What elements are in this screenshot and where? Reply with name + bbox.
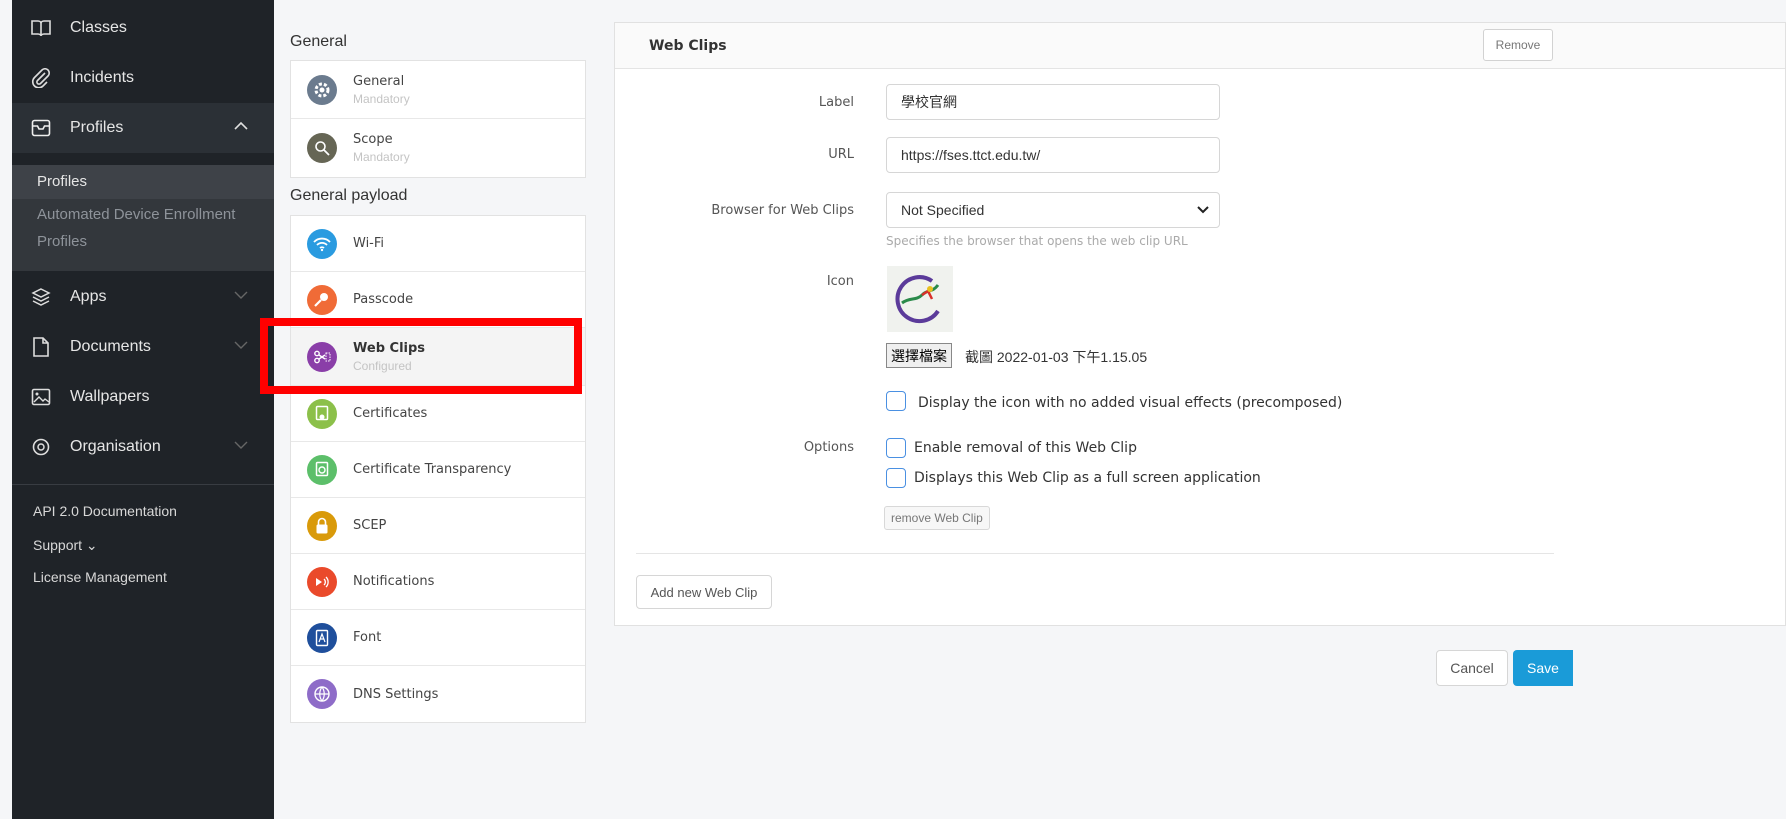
payload-name: Certificates [353,406,428,421]
settings-icon [30,436,52,458]
sidebar-item-label: Classes [70,19,127,36]
sub-item-profiles[interactable]: Profiles [12,165,274,199]
payload-name: Notifications [353,574,435,589]
panel-title: Web Clips [649,38,727,54]
sidebar-item-label: Wallpapers [70,388,150,405]
certificate-icon [307,398,337,429]
full-screen-checkbox[interactable] [886,468,906,488]
sidebar-item-label: Profiles [70,119,124,136]
profiles-submenu: Profiles Automated Device Enrollment Pro… [12,165,274,271]
icon-preview-image [887,266,953,332]
layers-icon [30,286,52,308]
enable-removal-checkbox[interactable] [886,438,906,458]
payload-name: Scope [353,132,393,147]
payload-name: Certificate Transparency [353,462,512,477]
payload-font[interactable]: Font [291,610,585,666]
general-payload-title: General payload [290,187,408,204]
chevron-down-icon [234,289,248,303]
payload-wifi[interactable]: Wi-Fi [291,216,585,272]
precomposed-checkbox[interactable] [886,391,906,411]
payload-scope[interactable]: Scope Mandatory [291,119,585,177]
payload-name: SCEP [353,518,387,533]
payload-scep[interactable]: SCEP [291,498,585,554]
sidebar-item-label: Apps [70,288,107,305]
image-icon [30,386,52,408]
chevron-up-icon [234,120,248,134]
sidebar-item-label: Organisation [70,438,161,455]
url-field-label: URL [828,147,854,162]
sidebar-item-incidents[interactable]: Incidents [12,53,274,103]
remove-web-clip-button[interactable]: remove Web Clip [884,506,990,530]
payload-certificates[interactable]: Certificates [291,386,585,442]
add-web-clip-button[interactable]: Add new Web Clip [636,575,772,609]
browser-select[interactable]: Not Specified [886,192,1220,228]
sidebar: Classes Incidents Profiles Profiles Auto… [12,0,274,819]
chevron-down-icon [1197,203,1209,217]
choose-file-button[interactable]: 選擇檔案 [886,343,952,368]
payload-name: Passcode [353,292,414,307]
scope-icon [307,133,337,163]
payload-list: Wi-Fi Passcode Web Clips Configured Cert… [290,215,586,723]
cancel-button[interactable]: Cancel [1436,650,1508,686]
browser-help-text: Specifies the browser that opens the web… [886,234,1188,248]
label-input[interactable]: 學校官網 [886,84,1220,120]
sidebar-item-label: Incidents [70,69,135,86]
payload-dns-settings[interactable]: DNS Settings [291,666,585,722]
paperclip-icon [30,67,52,89]
icon-field-label: Icon [826,274,854,289]
payload-name: General [353,73,405,89]
support-link[interactable]: Support ⌄ [33,537,98,554]
url-input[interactable]: https://fses.ttct.edu.tw/ [886,137,1220,173]
sidebar-item-wallpapers[interactable]: Wallpapers [12,372,274,422]
document-icon [30,336,52,358]
sidebar-item-documents[interactable]: Documents [12,322,274,372]
options-label: Options [803,440,854,455]
sidebar-item-classes[interactable]: Classes [12,3,274,53]
sidebar-item-apps[interactable]: Apps [12,272,274,322]
gear-icon [307,74,337,105]
payload-name: DNS Settings [353,686,439,702]
highlight-box [260,318,582,394]
payload-name: Wi-Fi [353,236,385,251]
wifi-icon [307,228,337,259]
sidebar-item-profiles[interactable]: Profiles [12,103,274,153]
lock-icon [307,510,337,541]
payload-status: Mandatory [353,150,410,164]
sidebar-item-organisation[interactable]: Organisation [12,422,274,472]
chevron-down-icon [234,439,248,453]
chevron-down-icon [234,339,248,353]
save-button[interactable]: Save [1513,650,1573,686]
api-docs-link[interactable]: API 2.0 Documentation [33,503,177,519]
key-icon [307,284,337,315]
general-payload-list: General Mandatory Scope Mandatory [290,60,586,178]
payload-notifications[interactable]: Notifications [291,554,585,610]
chosen-file-name: 截圖 2022-01-03 下午1.15.05 [965,349,1148,365]
full-screen-label: Displays this Web Clip as a full screen … [914,470,1261,486]
sub-item-label: Automated Device Enrollment [37,206,236,223]
sub-item-label: Profiles [37,233,88,250]
precomposed-label: Display the icon with no added visual ef… [918,395,1343,411]
label-field-label: Label [818,95,854,110]
enable-removal-label: Enable removal of this Web Clip [914,440,1137,456]
license-link[interactable]: License Management [33,569,167,585]
browser-select-value: Not Specified [901,202,985,218]
inbox-icon [30,117,52,139]
payload-status: Mandatory [353,91,410,106]
globe-icon [307,679,337,709]
payload-name: Font [353,630,382,645]
browser-field-label: Browser for Web Clips [711,203,854,218]
sidebar-item-label: Documents [70,338,151,355]
certificate-icon [307,454,337,485]
panel-divider [636,553,1554,554]
panel-header: Web Clips Remove [615,23,1785,69]
book-icon [30,17,52,39]
font-icon [307,622,337,653]
payload-certificate-transparency[interactable]: Certificate Transparency [291,442,585,498]
notification-icon [307,566,337,597]
payload-general[interactable]: General Mandatory [291,61,585,119]
sidebar-divider [12,484,274,485]
remove-button[interactable]: Remove [1483,29,1553,61]
sub-item-ade-profiles[interactable]: Automated Device Enrollment Profiles [12,199,274,253]
general-section-title: General [290,33,347,50]
